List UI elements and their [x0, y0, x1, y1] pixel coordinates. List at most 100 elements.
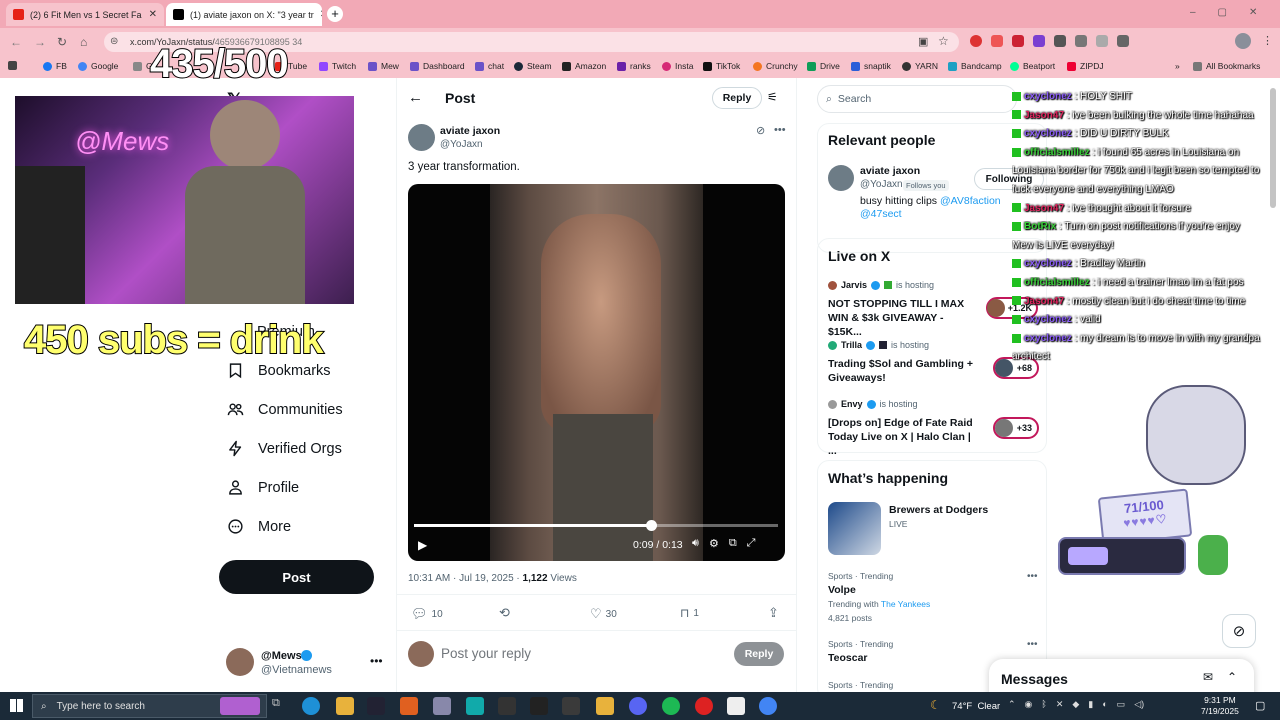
extension-icon[interactable]	[1012, 35, 1024, 47]
reply-action[interactable]: 💬︎ 10	[411, 606, 443, 622]
more-icon[interactable]: •••	[774, 124, 786, 136]
bookmark-insta[interactable]: Insta	[662, 61, 693, 71]
reply-submit-button[interactable]: Reply	[734, 642, 784, 666]
apps-icon[interactable]	[8, 61, 17, 70]
back-arrow-icon[interactable]: ←	[408, 89, 423, 106]
back-icon[interactable]: ←	[10, 35, 22, 49]
reply-header-button[interactable]: Reply	[712, 87, 762, 109]
extension-icon[interactable]	[991, 35, 1003, 47]
stock-app-icon[interactable]	[367, 697, 385, 715]
avatar[interactable]	[226, 648, 254, 676]
bookmark-mew[interactable]: Mew	[368, 61, 399, 71]
bio-link[interactable]: @AV8faction	[940, 195, 1001, 207]
app-icon[interactable]	[400, 697, 418, 715]
scrubber-handle[interactable]	[645, 520, 657, 531]
app-icon[interactable]	[695, 697, 713, 715]
forward-icon[interactable]: →	[34, 35, 46, 49]
bio-link[interactable]: @47sect	[860, 208, 902, 220]
reply-input[interactable]: Post your reply	[441, 646, 531, 661]
kick-icon[interactable]	[530, 697, 548, 715]
notification-icon[interactable]: ▢	[1255, 699, 1265, 712]
tab-youtube[interactable]: (2) 6 Fit Men vs 1 Secret Fa ✕	[6, 3, 164, 26]
bookmarks-overflow-icon[interactable]: »	[1175, 61, 1180, 71]
bookmark-zipdj[interactable]: ZIPDJ	[1067, 61, 1104, 71]
miniplayer-icon[interactable]: ⧉	[729, 537, 737, 550]
bookmark-steam[interactable]: Steam	[514, 61, 552, 71]
bookmark-google[interactable]: Google	[78, 61, 118, 71]
tray-app-icon[interactable]: ◉	[1025, 699, 1033, 710]
avatar[interactable]	[1235, 33, 1251, 49]
edge-icon[interactable]	[302, 697, 320, 715]
event-title[interactable]: Brewers at Dodgers	[889, 504, 988, 516]
discord-icon[interactable]	[629, 697, 647, 715]
volume-icon[interactable]: 🔊︎	[692, 537, 699, 550]
video-scrubber[interactable]	[414, 520, 778, 531]
live-title-text[interactable]: Trading $Sol and Gambling + Giveaways!	[828, 357, 978, 385]
settings-icon[interactable]: ⚙︎	[709, 537, 719, 550]
chevron-up-icon[interactable]: ⌃	[1227, 670, 1237, 684]
close-icon[interactable]: ✕	[320, 9, 322, 20]
tray-chevron-icon[interactable]: ⌃	[1008, 699, 1016, 710]
trend-name[interactable]: Teoscar	[828, 652, 868, 664]
nav-bookmarks[interactable]: Bookmarks	[227, 362, 331, 379]
live-title-text[interactable]: [Drops on] Edge of Fate Raid Today Live …	[828, 416, 978, 458]
file-explorer-icon[interactable]	[336, 697, 354, 715]
weather-moon-icon[interactable]: ☾	[930, 698, 941, 712]
folder-icon[interactable]	[596, 697, 614, 715]
close-icon[interactable]: ✕	[149, 9, 157, 20]
tray-app-icon[interactable]: ▮	[1088, 699, 1093, 710]
nav-profile[interactable]: Profile	[227, 479, 299, 496]
person-name[interactable]: aviate jaxon	[860, 165, 920, 177]
network-icon[interactable]: ▭	[1117, 699, 1126, 710]
bookmark-dashboard[interactable]: Dashboard	[410, 61, 465, 71]
weather-text[interactable]: 74°F Clear	[952, 701, 1000, 712]
tray-app-icon[interactable]: ✕	[1056, 699, 1064, 710]
app-icon[interactable]	[466, 697, 484, 715]
chrome-icon[interactable]	[759, 697, 777, 715]
extension-icon[interactable]	[1096, 35, 1108, 47]
avatar[interactable]	[408, 124, 435, 151]
nav-more[interactable]: More	[227, 518, 291, 535]
bookmark-drive[interactable]: Drive	[807, 61, 840, 71]
bookmark-ranks[interactable]: ranks	[617, 61, 651, 71]
filter-icon[interactable]: ⚟	[767, 90, 778, 104]
app-icon[interactable]	[433, 697, 451, 715]
post-button[interactable]: Post	[219, 560, 374, 594]
app-icon[interactable]	[562, 697, 580, 715]
messages-drawer[interactable]: Messages ✉︎ ⌃	[989, 659, 1254, 692]
retweet-icon[interactable]: ⟲	[499, 605, 510, 621]
more-icon[interactable]: •••	[1027, 571, 1038, 582]
menu-kebab-icon[interactable]: ⋮	[1262, 34, 1273, 47]
grok-icon[interactable]: ⊘	[756, 124, 765, 137]
new-tab-button[interactable]: +	[327, 6, 343, 22]
bookmark-twitch[interactable]: Twitch	[319, 61, 356, 71]
avatar[interactable]	[828, 165, 854, 191]
account-menu-icon[interactable]: •••	[370, 654, 383, 668]
nav-verified-orgs[interactable]: Verified Orgs	[227, 440, 342, 457]
more-icon[interactable]: •••	[1027, 639, 1038, 650]
task-view-icon[interactable]: ⧉	[272, 697, 290, 715]
windows-start-icon[interactable]	[10, 699, 23, 712]
extension-icon[interactable]	[1033, 35, 1045, 47]
reload-icon[interactable]: ↻	[57, 35, 67, 49]
tab-x[interactable]: (1) aviate jaxon on X: "3 year tr ✕	[166, 3, 322, 26]
bookmark-crunchy[interactable]: Crunchy	[753, 61, 798, 71]
spotify-icon[interactable]	[662, 697, 680, 715]
live-host-row[interactable]: Jarvis is hosting	[828, 280, 934, 290]
bookmark-chat[interactable]: chat	[475, 61, 504, 71]
extension-icon[interactable]	[970, 35, 982, 47]
live-host-row[interactable]: Envy is hosting	[828, 399, 918, 409]
install-icon[interactable]: ▣	[918, 35, 928, 48]
fullscreen-icon[interactable]: ⤢	[747, 537, 756, 550]
volume-icon[interactable]: ◁)	[1134, 699, 1144, 710]
grok-icon[interactable]: ⊘	[1222, 614, 1256, 648]
author-name[interactable]: aviate jaxon	[440, 125, 500, 137]
tray-app-icon[interactable]: ◆	[1072, 699, 1079, 710]
compose-icon[interactable]: ✉︎	[1203, 670, 1213, 684]
tray-app-icon[interactable]: ◐	[1102, 699, 1107, 710]
bluetooth-icon[interactable]: ᛒ	[1041, 699, 1046, 710]
bookmark-tiktok[interactable]: TikTok	[703, 61, 740, 71]
clock[interactable]: 9:31 PM 7/19/2025	[1201, 695, 1239, 717]
like-action[interactable]: ♡ 30	[590, 606, 617, 622]
search-highlight-icon[interactable]	[220, 697, 260, 715]
